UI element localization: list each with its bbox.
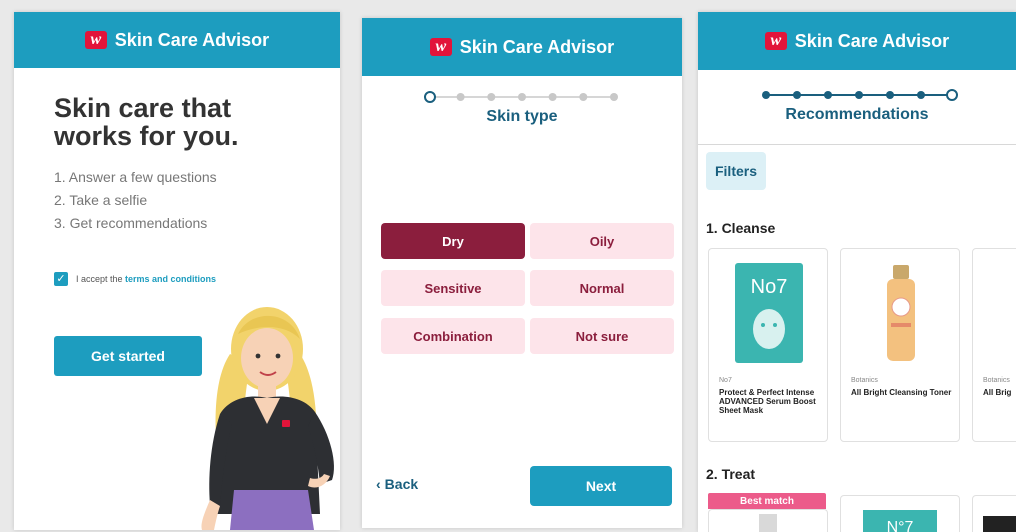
- option-dry[interactable]: Dry: [381, 223, 525, 259]
- screenshot-collage: w Skin Care Advisor Skin care that works…: [0, 0, 1016, 532]
- terms-row: ✓ I accept the terms and conditions: [54, 272, 216, 286]
- progress-step-done: [886, 91, 894, 99]
- intro-steps: 1. Answer a few questions 2. Take a self…: [54, 166, 217, 235]
- product-image-sheet-mask: No7: [735, 263, 803, 363]
- progress-step: [579, 93, 588, 101]
- best-match-badge: Best match: [708, 493, 826, 509]
- option-combination[interactable]: Combination: [381, 318, 525, 354]
- progress-step-done: [855, 91, 863, 99]
- product-image-brand-text: No7: [751, 276, 788, 298]
- divider: [698, 144, 1016, 145]
- progress-step-current: [424, 91, 436, 103]
- back-label: Back: [384, 476, 419, 492]
- next-button[interactable]: Next: [530, 466, 672, 506]
- progress-step-current: [946, 89, 958, 101]
- app-title: Skin Care Advisor: [114, 29, 270, 50]
- app-header: w Skin Care Advisor: [14, 12, 340, 68]
- advisor-illustration: [201, 307, 335, 530]
- back-button[interactable]: ‹ Back: [376, 476, 418, 492]
- filters-button[interactable]: Filters: [706, 152, 766, 190]
- terms-link[interactable]: terms and conditions: [125, 274, 216, 284]
- progress-step: [518, 93, 526, 101]
- skin-type-screen: w Skin Care Advisor Skin type Dry Oily S…: [362, 18, 682, 528]
- intro-step: 2. Take a selfie: [54, 192, 148, 208]
- recommendations-screen: w Skin Care Advisor Recommendations Filt…: [698, 12, 1016, 532]
- intro-step: 1. Answer a few questions: [54, 169, 217, 185]
- product-name: All Brig: [983, 388, 1012, 397]
- progress-step-done: [824, 91, 832, 99]
- product-card[interactable]: Botanics All Bright Cleansing Toner: [840, 248, 960, 442]
- progress-stepper: [424, 91, 618, 103]
- option-sensitive[interactable]: Sensitive: [381, 270, 525, 306]
- product-card[interactable]: [708, 509, 828, 532]
- app-header: w Skin Care Advisor: [698, 12, 1016, 70]
- intro-step: 3. Get recommendations: [54, 215, 208, 231]
- product-card[interactable]: N°7: [840, 495, 960, 532]
- app-header: w Skin Care Advisor: [362, 18, 682, 76]
- progress-stepper: [762, 89, 958, 101]
- option-normal[interactable]: Normal: [530, 270, 674, 306]
- progress-step-done: [917, 91, 925, 99]
- product-brand: Botanics: [983, 377, 1010, 384]
- chevron-left-icon: ‹: [376, 476, 381, 492]
- section-title-treat: 2. Treat: [706, 466, 756, 482]
- terms-prefix: I accept the: [76, 274, 126, 284]
- progress-step-done: [762, 91, 770, 99]
- app-title: Skin Care Advisor: [794, 30, 950, 51]
- walgreens-logo-icon: w: [429, 38, 452, 56]
- product-image-brand-text: N°7: [887, 519, 914, 532]
- product-card[interactable]: No7 No7 Protect & Perfect Intense ADVANC…: [708, 248, 828, 442]
- product-name: All Bright Cleansing Toner: [851, 388, 952, 397]
- product-name: Protect & Perfect Intense ADVANCED Serum…: [719, 388, 816, 415]
- terms-text: I accept the terms and conditions: [76, 274, 216, 284]
- option-not-sure[interactable]: Not sure: [530, 318, 674, 354]
- recommendations-title: Recommendations: [785, 106, 929, 123]
- product-image-bottle: [759, 514, 777, 532]
- product-image-no7-box: N°7: [863, 510, 937, 532]
- progress-step-done: [793, 91, 801, 99]
- get-started-button[interactable]: Get started: [54, 336, 202, 376]
- app-title: Skin Care Advisor: [459, 36, 615, 57]
- product-brand: Botanics: [851, 377, 878, 384]
- intro-headline: Skin care that works for you.: [54, 93, 239, 151]
- intro-screen: w Skin Care Advisor Skin care that works…: [14, 12, 340, 530]
- section-title-cleanse: 1. Cleanse: [706, 220, 776, 236]
- walgreens-logo-icon: w: [764, 32, 787, 50]
- terms-checkbox[interactable]: ✓: [54, 272, 68, 286]
- product-card[interactable]: Botanics All Brig: [972, 248, 1016, 442]
- product-image-toner-bottle: [887, 265, 915, 361]
- progress-step: [456, 93, 465, 101]
- progress-step: [610, 93, 618, 101]
- product-card[interactable]: [972, 495, 1016, 532]
- progress-step: [548, 93, 557, 101]
- step-title: Skin type: [486, 108, 558, 125]
- walgreens-logo-icon: w: [84, 31, 107, 49]
- option-oily[interactable]: Oily: [530, 223, 674, 259]
- product-brand: No7: [719, 377, 732, 384]
- product-image-dark-jar: [983, 516, 1016, 532]
- progress-step: [487, 93, 496, 101]
